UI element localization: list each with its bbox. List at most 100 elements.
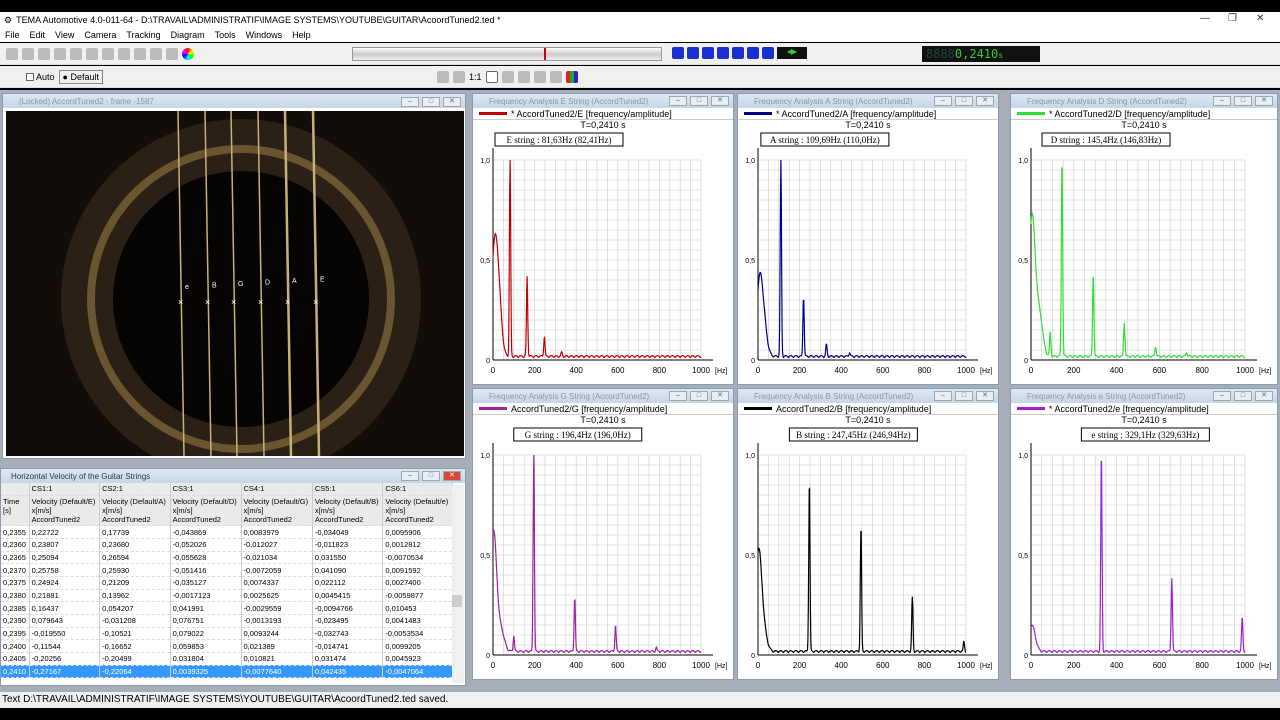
minimize-button[interactable]: – (669, 96, 687, 106)
menu-tools[interactable]: Tools (215, 30, 236, 40)
paste-icon[interactable] (150, 47, 162, 60)
tracking-point-label[interactable]: G (238, 281, 243, 288)
table-cell[interactable]: -0,10521 (99, 627, 171, 641)
table-cell[interactable]: -0,27167 (29, 665, 101, 679)
fast-rewind-icon[interactable] (672, 47, 684, 59)
camera-icon[interactable] (38, 47, 50, 60)
table-cell[interactable]: 0,0039325 (170, 665, 242, 679)
table-cell[interactable]: -0,0077640 (241, 665, 313, 679)
column-header[interactable]: Velocity (Default/D) x[m/s] AccordTuned2 (170, 495, 242, 527)
table-row[interactable]: 0,2380 0,21881 0,13962 -0,0017123 0,0025625 0… (1, 589, 453, 603)
table-cell[interactable]: 0,2395 (1, 627, 30, 641)
step-back-icon[interactable] (687, 47, 699, 59)
table-cell[interactable]: -0,019550 (29, 627, 101, 641)
maximize-button[interactable]: □ (1234, 391, 1252, 401)
table-cell[interactable]: 0,076751 (170, 614, 242, 628)
scrollbar-thumb[interactable] (452, 595, 462, 607)
play-icon[interactable] (747, 47, 759, 59)
table-cell[interactable]: -0,0047064 (382, 665, 453, 679)
table-row[interactable]: 0,2385 0,16437 0,054207 0,041991 -0,0029559-… (1, 601, 453, 615)
maximize-button[interactable]: □ (955, 96, 973, 106)
table-cell[interactable]: 0,054207 (99, 601, 171, 615)
minimize-button[interactable]: – (401, 471, 419, 481)
table-cell[interactable]: 0,079022 (170, 627, 242, 641)
point-tool-icon[interactable] (501, 70, 514, 83)
chart-legend[interactable]: * AccordTuned2/D [frequency/amplitude] (1011, 108, 1277, 120)
save-icon[interactable] (54, 47, 66, 60)
table-cell[interactable]: 0,031804 (170, 652, 242, 666)
table-cell[interactable]: -0,055628 (170, 551, 242, 565)
table-cell[interactable]: 0,079643 (29, 614, 101, 628)
tracking-point-marker[interactable]: × (231, 297, 236, 307)
zoom-reset-button[interactable]: 1:1 (469, 72, 482, 82)
tracking-point-marker[interactable]: × (178, 297, 183, 307)
table-cell[interactable]: 0,0045415 (312, 589, 384, 603)
guitar-video-frame[interactable]: e×B×G×D×A×E× (6, 111, 464, 456)
table-cell[interactable]: 0,059853 (170, 639, 242, 654)
table-cell[interactable]: 0,0093244 (241, 627, 313, 641)
table-row[interactable]: 0,2375 0,24924 0,21209 -0,035127 0,0074337 0,… (1, 576, 453, 590)
table-cell[interactable]: 0,2405 (1, 652, 30, 666)
table-cell[interactable]: -0,11544 (29, 639, 101, 654)
minimize-button[interactable]: – (401, 97, 419, 107)
table-row[interactable]: 0,2410 -0,27167 -0,22064 0,0039325 -0,007764… (1, 665, 453, 679)
close-button[interactable]: ✕ (1255, 96, 1273, 106)
table-cell[interactable]: -0,031208 (99, 614, 171, 628)
column-id[interactable]: CS1:1 (29, 483, 101, 497)
minimize-button[interactable]: – (934, 391, 952, 401)
table-cell[interactable]: -0,0017123 (170, 589, 242, 603)
table-cell[interactable]: -0,0013193 (241, 614, 313, 628)
tracking-icon[interactable] (102, 47, 114, 60)
table-cell[interactable]: 0,0091592 (382, 563, 453, 577)
menu-diagram[interactable]: Diagram (171, 30, 205, 40)
chart-legend[interactable]: AccordTuned2/B [frequency/amplitude] (738, 403, 998, 415)
close-button[interactable]: ✕ (711, 391, 729, 401)
table-row[interactable]: 0,2400 -0,11544 -0,16652 0,059853 0,021389 -0… (1, 639, 453, 654)
close-button[interactable]: ✕ (443, 471, 461, 481)
tracking-point-label[interactable]: B (212, 283, 217, 290)
column-id[interactable]: CS4:1 (241, 483, 313, 497)
table-cell[interactable]: -0,012027 (241, 538, 313, 552)
table-cell[interactable]: 0,010821 (241, 652, 313, 666)
table-cell[interactable]: 0,2375 (1, 576, 30, 590)
close-button[interactable]: ✕ (976, 391, 994, 401)
minimize-button[interactable]: – (1213, 96, 1231, 106)
table-cell[interactable]: 0,2400 (1, 639, 30, 654)
timeline-position-marker[interactable] (543, 48, 546, 60)
column-header[interactable]: Velocity (Default/G) x[m/s] AccordTuned2 (241, 495, 313, 527)
magnifier-icon[interactable] (549, 70, 562, 83)
import-icon[interactable] (22, 47, 34, 60)
cut-icon[interactable] (118, 47, 130, 60)
tracking-point-label[interactable]: D (265, 280, 270, 287)
undo-icon[interactable] (70, 47, 82, 60)
table-cell[interactable]: 0,0027400 (382, 576, 453, 590)
close-button[interactable]: ✕ (976, 96, 994, 106)
table-cell[interactable]: 0,031474 (312, 652, 384, 666)
close-button[interactable]: ✕ (1256, 13, 1264, 24)
zoom-in-icon[interactable] (436, 70, 449, 83)
table-cell[interactable]: 0,2385 (1, 601, 30, 615)
table-cell[interactable]: 0,2355 (1, 525, 30, 539)
table-cell[interactable]: -0,032743 (312, 627, 384, 641)
table-row[interactable]: 0,2370 0,25758 0,25930 -0,051416 -0,0072059 0… (1, 563, 453, 577)
tracking-point-label[interactable]: E (320, 277, 325, 284)
tracking-point-label[interactable]: A (292, 278, 297, 285)
column-id[interactable]: CS5:1 (312, 483, 384, 497)
maximize-button[interactable]: □ (690, 96, 708, 106)
table-cell[interactable]: -0,011823 (312, 538, 384, 552)
column-header[interactable]: Velocity (Default/e) x[m/s] AccordTuned2 (382, 495, 453, 527)
open-icon[interactable] (6, 47, 18, 60)
table-cell[interactable]: 0,16437 (29, 601, 101, 615)
timeline-slider[interactable] (352, 47, 662, 61)
table-row[interactable]: 0,2395 -0,019550 -0,10521 0,079022 0,0093244… (1, 627, 453, 641)
maximize-button[interactable]: □ (422, 471, 440, 481)
window-icon[interactable] (166, 47, 178, 60)
table-cell[interactable]: -0,0094766 (312, 601, 384, 615)
column-header[interactable]: Velocity (Default/E) x[m/s] AccordTuned2 (29, 495, 101, 527)
column-header[interactable]: Velocity (Default/B) x[m/s] AccordTuned2 (312, 495, 384, 527)
table-cell[interactable]: 0,2360 (1, 538, 30, 552)
table-cell[interactable]: 0,2410 (1, 665, 30, 679)
table-cell[interactable]: 0,17739 (99, 525, 171, 539)
table-row[interactable]: 0,2365 0,25094 0,26594 -0,055628 -0,021034 0,… (1, 551, 453, 565)
tracking-point-marker[interactable]: × (258, 297, 263, 307)
